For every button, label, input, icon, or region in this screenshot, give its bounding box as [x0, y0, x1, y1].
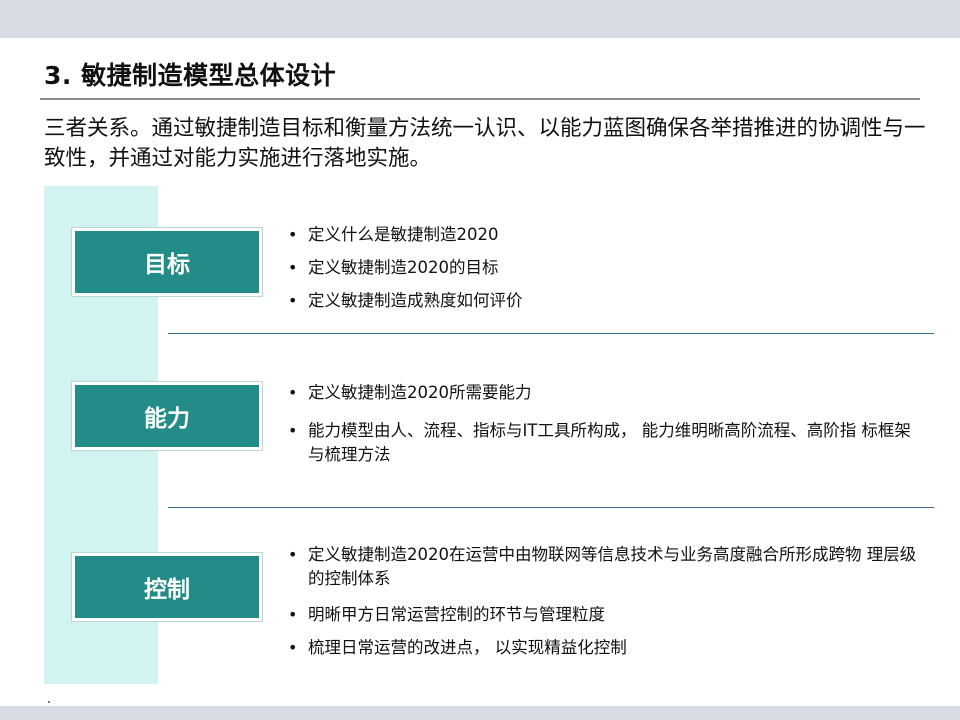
capability-label: 能力 — [72, 382, 262, 450]
small-dot — [48, 701, 50, 703]
control-bullet-3: 梳理日常运营的改进点， 以实现精益化控制 — [286, 636, 926, 660]
control-bullets: 定义敏捷制造2020在运营中由物联网等信息技术与业务高度融合所形成跨物 理层级的… — [286, 543, 926, 660]
divider-2 — [168, 507, 934, 508]
divider-1 — [168, 333, 934, 334]
goal-label: 目标 — [72, 228, 262, 296]
slide-title: 3. 敏捷制造模型总体设计 — [44, 61, 337, 90]
goal-bullet-2: 定义敏捷制造2020的目标 — [286, 256, 926, 280]
bottom-band — [0, 706, 960, 720]
goal-bullet-3: 定义敏捷制造成熟度如何评价 — [286, 289, 926, 313]
capability-bullet-2: 能力模型由人、流程、指标与IT工具所构成， 能力维明晰高阶流程、高阶指 标框架与… — [286, 419, 926, 467]
intro-text: 三者关系。通过敏捷制造目标和衡量方法统一认识、以能力蓝图确保各举措推进的协调性与… — [44, 116, 926, 171]
control-bullet-1: 定义敏捷制造2020在运营中由物联网等信息技术与业务高度融合所形成跨物 理层级的… — [286, 543, 926, 591]
title-rule — [40, 98, 920, 100]
capability-bullet-1: 定义敏捷制造2020所需要能力 — [286, 381, 926, 405]
control-bullet-2: 明晰甲方日常运营控制的环节与管理粒度 — [286, 603, 926, 627]
top-band — [0, 0, 960, 38]
goal-bullet-1: 定义什么是敏捷制造2020 — [286, 223, 926, 247]
capability-bullets: 定义敏捷制造2020所需要能力 能力模型由人、流程、指标与IT工具所构成， 能力… — [286, 381, 926, 467]
goal-bullets: 定义什么是敏捷制造2020 定义敏捷制造2020的目标 定义敏捷制造成熟度如何评… — [286, 223, 926, 313]
control-label: 控制 — [72, 553, 262, 621]
